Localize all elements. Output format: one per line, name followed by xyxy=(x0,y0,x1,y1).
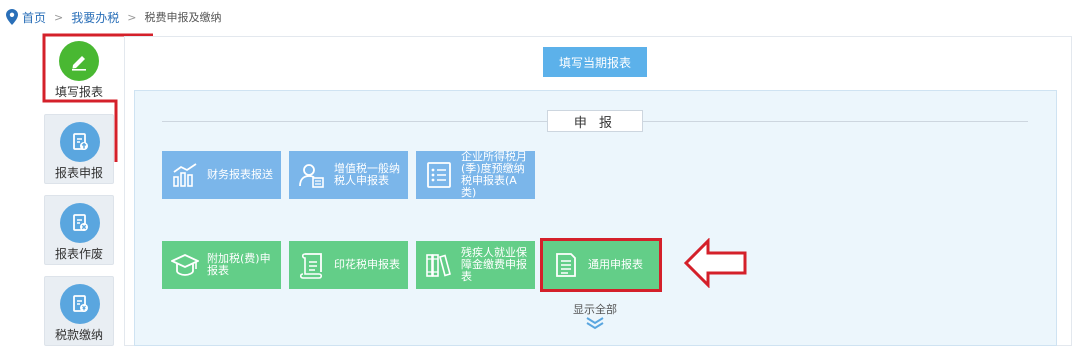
breadcrumb-home-link[interactable]: 首页 xyxy=(22,9,46,26)
section-divider xyxy=(162,121,547,122)
tile-vat-general-taxpayer[interactable]: 增值税一般纳税人申报表 xyxy=(289,151,408,199)
breadcrumb: 首页 > 我要办税 > 税费申报及缴纳 xyxy=(6,8,221,26)
tile-label: 增值税一般纳税人申报表 xyxy=(334,162,400,187)
sidebar-item-report-void[interactable]: 报表作废 xyxy=(44,195,114,265)
sidebar-item-label: 填写报表 xyxy=(54,85,103,99)
sidebar-item-report-declare[interactable]: 报表申报 xyxy=(44,114,114,184)
chevron-down-icon[interactable] xyxy=(584,316,606,330)
sidebar-item-label: 报表作废 xyxy=(54,247,103,261)
list-icon xyxy=(422,158,456,192)
tile-label: 印花税申报表 xyxy=(334,258,400,271)
tile-stamp-tax[interactable]: 印花税申报表 xyxy=(289,241,408,289)
tile-surtax[interactable]: 附加税(费)申报表 xyxy=(162,241,281,289)
person-form-icon xyxy=(295,158,329,192)
breadcrumb-separator: > xyxy=(127,10,137,24)
sidebar-item-tax-payment[interactable]: 税款缴纳 xyxy=(44,276,114,346)
tile-financial-report[interactable]: 财务报表报送 xyxy=(162,151,281,199)
breadcrumb-current: 税费申报及缴纳 xyxy=(144,11,222,24)
scroll-icon xyxy=(295,248,329,282)
tile-disability-employment-fund[interactable]: 残疾人就业保障金缴费申报表 xyxy=(416,241,535,289)
location-pin-icon xyxy=(6,9,18,25)
tile-general-declaration[interactable]: 通用申报表 xyxy=(543,241,659,289)
section-divider xyxy=(643,121,1028,122)
sidebar-item-fill-report[interactable]: 填写报表 xyxy=(44,34,114,104)
books-icon xyxy=(422,248,456,282)
breadcrumb-separator: > xyxy=(54,10,64,24)
void-report-icon xyxy=(60,203,100,243)
document-icon xyxy=(549,248,583,282)
upload-report-icon xyxy=(60,122,100,162)
show-all-link[interactable]: 显示全部 xyxy=(560,301,630,317)
bar-chart-icon xyxy=(168,158,202,192)
sidebar-item-label: 报表申报 xyxy=(54,166,103,180)
section-title: 申 报 xyxy=(547,110,643,132)
tile-label: 财务报表报送 xyxy=(207,168,273,181)
tile-label: 附加税(费)申报表 xyxy=(207,252,271,277)
tile-corporate-income-tax[interactable]: 企业所得税月(季)度预缴纳税申报表(A类) xyxy=(416,151,535,199)
graduation-cap-icon xyxy=(168,248,202,282)
pencil-icon xyxy=(59,41,99,81)
fill-current-report-button[interactable]: 填写当期报表 xyxy=(543,47,647,77)
breadcrumb-tax-link[interactable]: 我要办税 xyxy=(71,9,119,26)
tax-payment-icon xyxy=(60,284,100,324)
tile-label: 残疾人就业保障金缴费申报表 xyxy=(461,246,527,283)
tile-label: 通用申报表 xyxy=(588,258,643,271)
tile-label: 企业所得税月(季)度预缴纳税申报表(A类) xyxy=(461,150,527,199)
sidebar-item-label: 税款缴纳 xyxy=(54,328,103,342)
